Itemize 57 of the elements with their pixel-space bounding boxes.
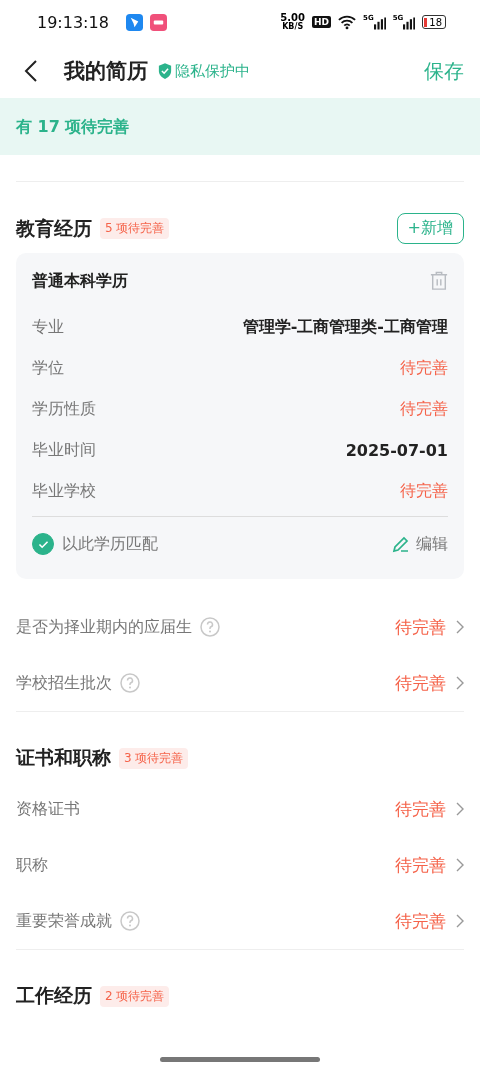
- edit-button[interactable]: 编辑: [392, 533, 448, 555]
- pending-banner: 有 17 项待完善: [0, 98, 480, 155]
- field-label: 毕业时间: [32, 440, 96, 461]
- section-title: 证书和职称: [16, 745, 111, 770]
- checkbox[interactable]: [32, 533, 54, 555]
- row-label: 重要荣誉成就: [16, 910, 112, 932]
- field-value: 待完善: [400, 481, 448, 502]
- row-label: 职称: [16, 854, 48, 876]
- pending-link[interactable]: 待完善: [395, 909, 446, 933]
- field-value: 待完善: [400, 399, 448, 420]
- signal-icon: [373, 17, 386, 30]
- page-title: 我的简历: [64, 58, 148, 85]
- trash-icon[interactable]: [430, 271, 448, 291]
- field-label: 专业: [32, 317, 64, 338]
- add-button[interactable]: +新增: [396, 213, 464, 244]
- section-title: 教育经历: [16, 215, 92, 241]
- chevron-right-icon: [456, 620, 464, 634]
- chevron-right-icon: [456, 858, 464, 872]
- field-label: 毕业学校: [32, 481, 96, 502]
- field-label: 学位: [32, 358, 64, 379]
- help-icon[interactable]: [200, 617, 220, 637]
- save-button[interactable]: 保存: [424, 57, 464, 85]
- match-label: 以此学历匹配: [62, 533, 158, 555]
- pending-count-tag: 3 项待完善: [119, 747, 189, 769]
- battery-indicator: 18: [422, 15, 446, 29]
- back-icon[interactable]: [24, 59, 38, 83]
- speed-unit: KB/S: [282, 23, 304, 31]
- card-title: 普通本科学历: [32, 270, 128, 292]
- hd-indicator: HD: [312, 16, 331, 28]
- pending-link[interactable]: 待完善: [395, 853, 446, 877]
- row-label: 是否为择业期内的应届生: [16, 616, 192, 638]
- field-value: 2025-07-01: [345, 441, 448, 460]
- help-icon[interactable]: [120, 911, 140, 931]
- chevron-right-icon: [456, 676, 464, 690]
- clock: 19:13:18: [37, 12, 109, 32]
- network-speed: 5.00: [280, 13, 305, 23]
- wifi-icon: [338, 14, 356, 30]
- pending-link[interactable]: 待完善: [395, 615, 446, 639]
- pending-link[interactable]: 待完善: [395, 671, 446, 695]
- field-value: 待完善: [400, 358, 448, 379]
- row-label: 资格证书: [16, 798, 80, 820]
- field-label: 学历性质: [32, 399, 96, 420]
- row-label: 学校招生批次: [16, 672, 112, 694]
- pending-count-tag: 2 项待完善: [100, 985, 170, 1007]
- field-value: 管理学-工商管理类-工商管理: [242, 317, 448, 338]
- privacy-label: 隐私保护中: [175, 61, 250, 81]
- section-title: 工作经历: [16, 983, 92, 1008]
- app-icon: [149, 13, 167, 31]
- pencil-icon: [392, 535, 410, 553]
- shield-check-icon: [158, 63, 172, 79]
- chevron-right-icon: [456, 802, 464, 816]
- pending-count-tag: 5 项待完善: [100, 218, 170, 239]
- help-icon[interactable]: [120, 673, 140, 693]
- check-icon: [37, 539, 49, 549]
- pending-link[interactable]: 待完善: [395, 797, 446, 821]
- chevron-right-icon: [456, 914, 464, 928]
- signal-icon: [403, 17, 416, 30]
